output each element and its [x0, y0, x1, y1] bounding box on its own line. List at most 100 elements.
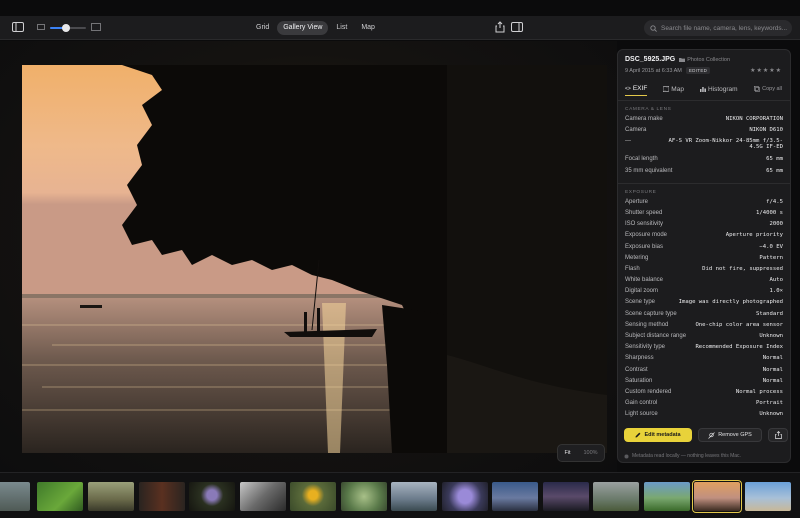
exif-row[interactable]: Saturation Normal [618, 378, 790, 389]
divider [618, 100, 790, 101]
exif-row[interactable]: Custom rendered Normal process [618, 389, 790, 400]
exif-row[interactable]: Contrast Normal [618, 367, 790, 378]
thumbnail-selected[interactable] [692, 480, 742, 513]
thumbnail[interactable] [543, 482, 589, 511]
exif-row[interactable]: Digital zoom 1.0× [618, 288, 790, 299]
view-gallery-button[interactable]: Gallery View [277, 21, 329, 35]
search-icon [650, 24, 657, 32]
toolbar: Grid Gallery View List Map [0, 16, 800, 40]
exif-value: 1.0× [769, 288, 783, 295]
thumbnail[interactable] [189, 482, 235, 511]
exif-key: Exposure bias [625, 243, 664, 250]
exif-value: 1/4000 s [756, 209, 783, 216]
exif-row[interactable]: Sensing method One-chip color area sensor [618, 322, 790, 333]
edit-metadata-button[interactable]: Edit metadata [624, 428, 692, 442]
exif-row[interactable]: Aperture f/4.5 [618, 199, 790, 210]
inspector-tabs: <> EXIF Map Histogram Copy all [618, 82, 790, 96]
filmstrip [0, 472, 800, 518]
thumbnail[interactable] [341, 482, 387, 511]
exif-key: Metering [625, 254, 649, 261]
exif-row[interactable]: Sharpness Normal [618, 355, 790, 366]
search-input[interactable] [661, 24, 791, 32]
exif-row[interactable]: Camera NIKON D610 [618, 127, 790, 138]
search-field[interactable] [644, 20, 792, 36]
thumbnail[interactable] [290, 482, 336, 511]
exif-key: Gain control [625, 400, 658, 407]
exif-row[interactable]: Scene capture type Standard [618, 311, 790, 322]
exif-row[interactable]: Flash Did not fire, suppressed [618, 266, 790, 277]
exif-key: Custom rendered [625, 388, 672, 395]
exif-value: Normal [762, 366, 783, 373]
file-header: DSC_5925.JPG Photos Collection [625, 56, 783, 63]
photo-canvas[interactable] [22, 65, 447, 453]
sidebar-toggle-icon[interactable] [11, 21, 25, 33]
exif-row[interactable]: Gain control Portrait [618, 400, 790, 411]
view-map-button[interactable]: Map [355, 21, 381, 35]
collection-label[interactable]: Photos Collection [679, 57, 730, 63]
exif-value: Unknown [759, 411, 783, 418]
exif-row[interactable]: 35 mm equivalent 65 mm [618, 168, 790, 179]
exif-row[interactable]: Focal length 65 mm [618, 156, 790, 167]
exif-value: Normal [762, 377, 783, 384]
exif-row[interactable]: Shutter speed 1/4000 s [618, 210, 790, 221]
remove-gps-button[interactable]: Remove GPS [698, 428, 762, 442]
tab-map[interactable]: Map [663, 82, 684, 96]
exif-key: Light source [625, 411, 658, 418]
inspector-toggle-icon[interactable] [510, 21, 524, 33]
exif-value: Normal [762, 355, 783, 362]
thumbnail[interactable] [442, 482, 488, 511]
small-thumbnail-icon [34, 21, 48, 33]
share-icon[interactable] [493, 21, 507, 33]
exif-key: Shutter speed [625, 209, 663, 216]
exif-key: ISO sensitivity [625, 221, 664, 228]
exif-row[interactable]: White balance Auto [618, 277, 790, 288]
exif-row[interactable]: ISO sensitivity 2000 [618, 221, 790, 232]
file-name: DSC_5925.JPG [625, 56, 676, 63]
slider-knob[interactable] [62, 24, 71, 32]
privacy-note-text: Metadata read locally — nothing leaves t… [632, 453, 741, 459]
exif-value: One-chip color area sensor [695, 321, 783, 328]
remove-gps-label: Remove GPS [718, 432, 752, 438]
location-off-icon [708, 431, 715, 439]
exif-value: 65 mm [766, 156, 783, 163]
thumbnail[interactable] [593, 482, 639, 511]
thumbnail-size-slider[interactable] [50, 24, 86, 32]
thumbnail[interactable] [0, 482, 30, 511]
exif-key: Contrast [625, 366, 648, 373]
zoom-controls[interactable]: Fit 100% [557, 444, 605, 462]
thumbnail[interactable] [745, 482, 791, 511]
view-grid-button[interactable]: Grid [250, 21, 275, 35]
thumbnail[interactable] [391, 482, 437, 511]
exif-value: f/4.5 [766, 198, 783, 205]
thumbnail[interactable] [240, 482, 286, 511]
exif-value: Recommended Exposure Index [695, 344, 783, 351]
view-list-button[interactable]: List [330, 21, 353, 35]
exif-row[interactable]: Exposure mode Aperture priority [618, 232, 790, 243]
exif-row[interactable]: Subject distance range Unknown [618, 333, 790, 344]
large-thumbnail-icon [89, 21, 103, 33]
tab-exif[interactable]: <> EXIF [625, 82, 648, 96]
copy-all-button[interactable]: Copy all [754, 86, 782, 92]
tab-map-label: Map [671, 85, 684, 93]
copy-all-label: Copy all [762, 86, 782, 92]
thumbnail[interactable] [139, 482, 185, 511]
share-icon [774, 431, 782, 439]
exif-row[interactable]: Exposure bias −4.0 EV [618, 244, 790, 255]
fit-button[interactable]: Fit [564, 450, 570, 456]
exif-row[interactable]: Camera make NIKON CORPORATION [618, 116, 790, 127]
actual-size-button[interactable]: 100% [583, 450, 597, 456]
thumbnail[interactable] [644, 482, 690, 511]
thumbnail[interactable] [37, 482, 83, 511]
exif-row[interactable]: Sensitivity type Recommended Exposure Ind… [618, 344, 790, 355]
export-button[interactable] [768, 428, 788, 442]
exif-row[interactable]: Light source Unknown [618, 411, 790, 422]
exif-key: Sensing method [625, 321, 669, 328]
rating-stars[interactable]: ★★★★★ [750, 67, 782, 74]
exif-row[interactable]: — AF-S VR Zoom-Nikkor 24-85mm f/3.5-4.5G … [618, 138, 790, 156]
exif-row[interactable]: Scene type Image was directly photographe… [618, 299, 790, 310]
exif-key: Subject distance range [625, 333, 687, 339]
tab-histogram[interactable]: Histogram [699, 82, 738, 96]
exif-row[interactable]: Metering Pattern [618, 255, 790, 266]
thumbnail[interactable] [88, 482, 134, 511]
thumbnail[interactable] [492, 482, 538, 511]
